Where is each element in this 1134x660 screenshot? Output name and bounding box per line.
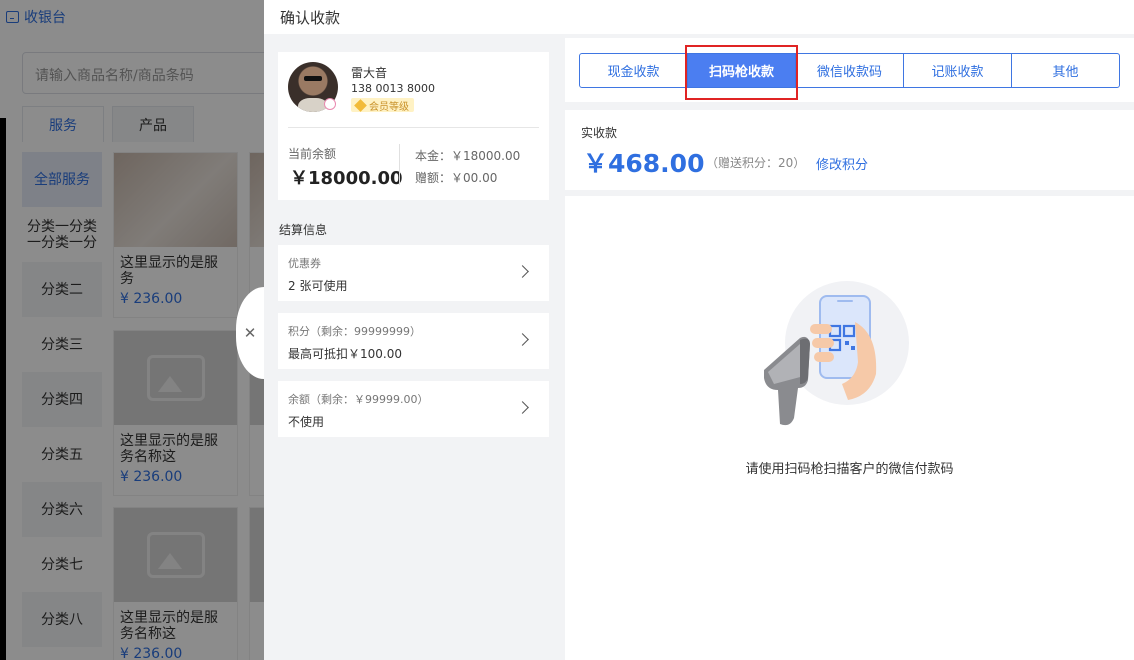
points-row[interactable]: 积分（剩余：99999999） 最高可抵扣￥100.00 — [278, 313, 549, 369]
confirm-payment-drawer: 确认收款 雷大音 138 0013 8000 会员等级 当前余额 ￥18000.… — [264, 0, 1134, 660]
principal-amount: 本金：￥18000.00 — [415, 149, 521, 163]
balance-label: 当前余额 — [288, 147, 337, 161]
wechat-qr-payment-button[interactable]: 微信收款码 — [795, 53, 904, 88]
barcode-scanner-icon — [764, 281, 909, 426]
customer-card: 雷大音 138 0013 8000 会员等级 当前余额 ￥18000.00 本金… — [278, 52, 549, 200]
settlement-title: 结算信息 — [279, 223, 328, 237]
amount-label: 实收款 — [581, 126, 618, 140]
search-icon[interactable] — [324, 98, 336, 110]
diamond-icon — [354, 98, 367, 112]
scanner-payment-button[interactable]: 扫码枪收款 — [685, 45, 798, 100]
amount-panel: 实收款 ￥468.00 （赠送积分：20） 修改积分 — [565, 110, 1134, 190]
coupon-row[interactable]: 优惠券 2 张可使用 — [278, 245, 549, 301]
customer-name: 雷大音 — [351, 66, 388, 80]
divider — [288, 127, 539, 128]
coupon-label: 优惠券 — [288, 257, 321, 270]
scan-instruction: 请使用扫码枪扫描客户的微信付款码 — [745, 462, 954, 477]
drawer-title: 确认收款 — [264, 0, 1134, 34]
edit-points-link[interactable]: 修改积分 — [816, 154, 868, 173]
modal-overlay[interactable] — [0, 0, 264, 660]
balance-row-value: 不使用 — [288, 415, 325, 429]
balance-row[interactable]: 余额（剩余：￥99999.00） 不使用 — [278, 381, 549, 437]
customer-phone: 138 0013 8000 — [351, 82, 435, 95]
payment-method-bar: 现金收款 扫码枪收款 微信收款码 记账收款 其他 — [565, 38, 1134, 102]
divider — [399, 144, 400, 185]
amount-value: ￥468.00 — [583, 149, 705, 178]
close-icon: ✕ — [243, 324, 257, 342]
gift-amount: 赠额：￥00.00 — [415, 171, 498, 185]
coupon-value: 2 张可使用 — [288, 279, 348, 293]
member-level-label: 会员等级 — [369, 101, 409, 113]
balance-value: ￥18000.00 — [290, 168, 403, 189]
account-payment-button[interactable]: 记账收款 — [903, 53, 1012, 88]
member-level-badge: 会员等级 — [351, 98, 414, 113]
scan-panel: 请使用扫码枪扫描客户的微信付款码 — [565, 196, 1134, 660]
bonus-points-note: （赠送积分：20） — [706, 156, 806, 170]
cash-payment-button[interactable]: 现金收款 — [579, 53, 688, 88]
customer-column: 雷大音 138 0013 8000 会员等级 当前余额 ￥18000.00 本金… — [278, 52, 549, 449]
pos-background: 收银台 请输入商品名称/商品条码 服务 产品 全部服务 分类一分类一分类一分 分… — [0, 0, 264, 660]
points-label: 积分（剩余：99999999） — [288, 325, 421, 338]
payment-methods: 现金收款 扫码枪收款 微信收款码 记账收款 其他 — [579, 45, 1120, 100]
other-payment-button[interactable]: 其他 — [1011, 53, 1120, 88]
points-value: 最高可抵扣￥100.00 — [288, 347, 402, 361]
balance-row-label: 余额（剩余：￥99999.00） — [288, 393, 429, 406]
payment-column: 现金收款 扫码枪收款 微信收款码 记账收款 其他 实收款 ￥468.00 （赠送… — [565, 38, 1134, 660]
